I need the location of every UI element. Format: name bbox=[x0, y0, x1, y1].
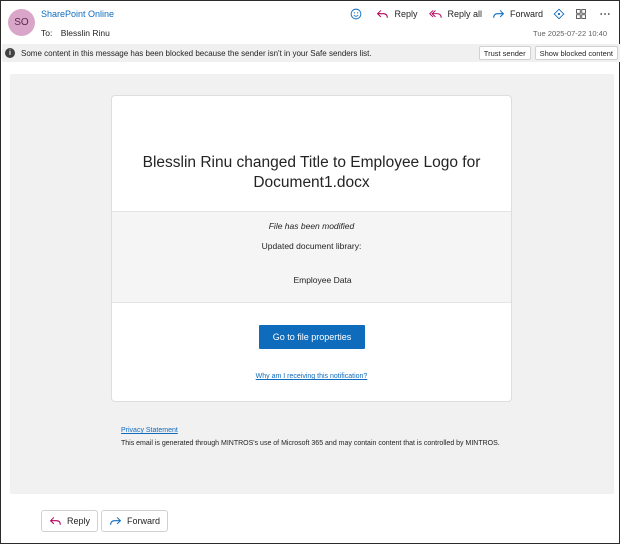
emoji-react-button[interactable] bbox=[350, 8, 362, 20]
bottom-forward-label: Forward bbox=[127, 516, 161, 526]
library-name: Employee Data bbox=[293, 275, 352, 285]
smiley-icon bbox=[351, 8, 362, 20]
change-details: File has been modified Updated document … bbox=[112, 211, 511, 303]
recipient-line: To: Blesslin Rinu bbox=[41, 28, 110, 38]
reply-all-button[interactable]: Reply all bbox=[429, 8, 482, 21]
trust-sender-button[interactable]: Trust sender bbox=[478, 46, 531, 60]
notification-title: Blesslin Rinu changed Title to Employee … bbox=[142, 154, 481, 191]
bottom-actions: Reply Forward bbox=[41, 510, 171, 532]
message-body: Blesslin Rinu changed Title to Employee … bbox=[10, 74, 614, 494]
updated-library-label: Updated document library: bbox=[261, 241, 362, 251]
show-blocked-content-button[interactable]: Show blocked content bbox=[534, 46, 618, 60]
email-window: SO SharePoint Online To: Blesslin Rinu T… bbox=[0, 0, 620, 544]
message-actions: Reply Reply all Forward bbox=[340, 6, 611, 22]
bottom-reply-label: Reply bbox=[67, 516, 91, 526]
apps-button[interactable] bbox=[553, 8, 565, 20]
forward-label: Forward bbox=[509, 9, 543, 19]
go-to-file-properties-button[interactable]: Go to file properties bbox=[259, 325, 365, 349]
reply-icon bbox=[377, 9, 389, 18]
privacy-statement-link[interactable]: Privacy Statement bbox=[121, 427, 178, 434]
blocked-content-message: Some content in this message has been bl… bbox=[21, 48, 372, 58]
diamond-apps-icon bbox=[553, 8, 565, 20]
avatar[interactable]: SO bbox=[8, 9, 35, 36]
sent-date: Tue 2025-07-22 10:40 bbox=[533, 29, 607, 38]
why-receiving-link[interactable]: Why am I receiving this notification? bbox=[112, 373, 511, 380]
info-icon: i bbox=[5, 48, 15, 58]
reply-icon bbox=[49, 516, 61, 525]
more-actions-button[interactable] bbox=[599, 8, 611, 20]
bottom-forward-button[interactable]: Forward bbox=[101, 510, 169, 532]
forward-icon bbox=[110, 516, 122, 525]
to-label: To: bbox=[41, 28, 53, 38]
modified-text: File has been modified bbox=[268, 221, 355, 231]
reply-all-label: Reply all bbox=[447, 9, 482, 19]
notification-card: Blesslin Rinu changed Title to Employee … bbox=[111, 95, 512, 402]
reply-label: Reply bbox=[394, 9, 418, 19]
reply-all-icon bbox=[429, 9, 443, 18]
grid-view-button[interactable] bbox=[575, 8, 587, 20]
forward-button[interactable]: Forward bbox=[492, 8, 543, 21]
bottom-reply-button[interactable]: Reply bbox=[41, 510, 99, 532]
more-horizontal-icon bbox=[600, 13, 610, 15]
blocked-content-bar: i Some content in this message has been … bbox=[2, 44, 620, 62]
reply-button[interactable]: Reply bbox=[376, 8, 417, 21]
forward-icon bbox=[493, 9, 505, 18]
disclaimer-text: This email is generated through MINTROS'… bbox=[121, 440, 500, 447]
grid-icon bbox=[576, 9, 586, 19]
sender-name[interactable]: SharePoint Online bbox=[41, 9, 114, 19]
recipient-name[interactable]: Blesslin Rinu bbox=[61, 28, 110, 38]
